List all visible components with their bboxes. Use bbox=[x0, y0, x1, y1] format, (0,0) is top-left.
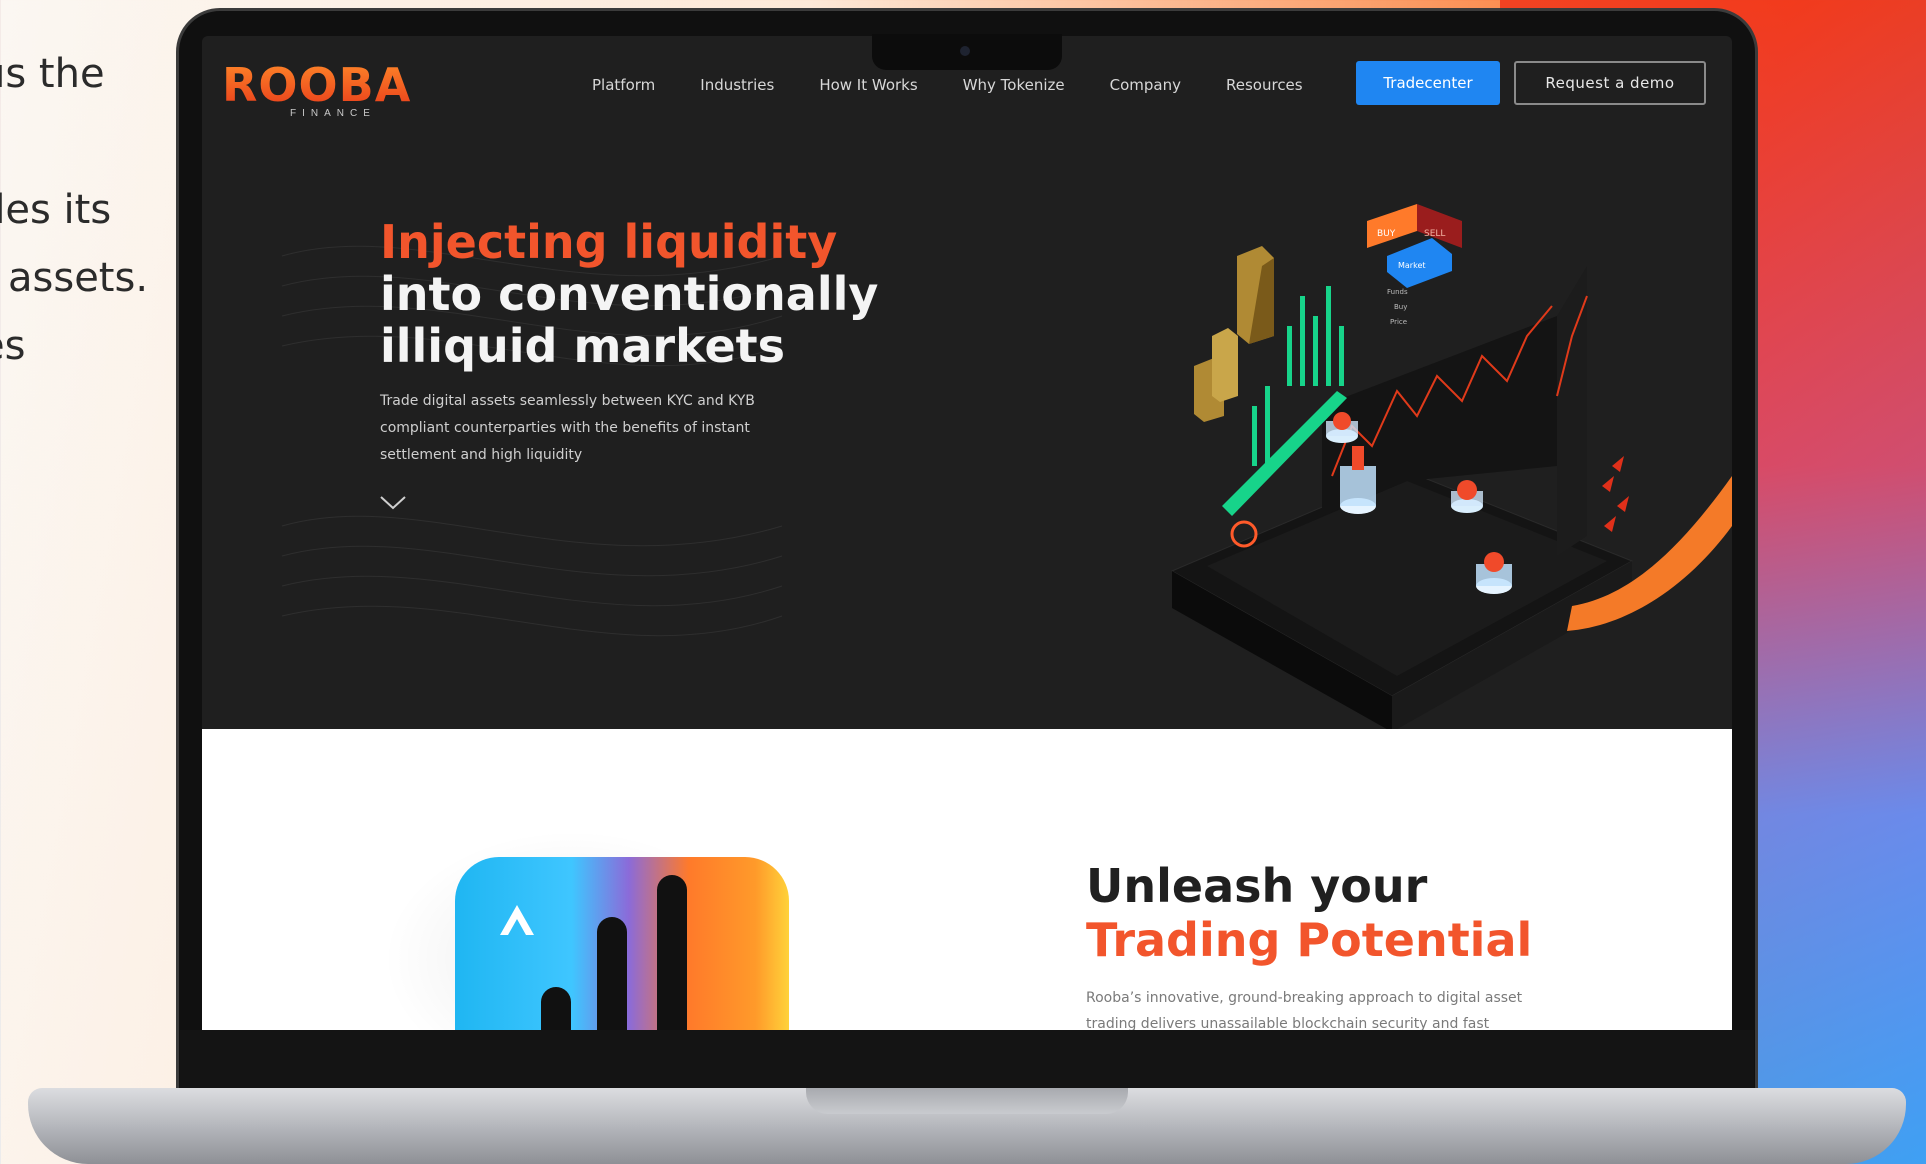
market-label: Market bbox=[1398, 261, 1426, 270]
section-description: Rooba’s innovative, ground-breaking appr… bbox=[1086, 990, 1523, 1030]
menu-item-label: Buy bbox=[1394, 303, 1407, 311]
side-text-line: des its bbox=[0, 187, 112, 233]
rooba-logo[interactable]: ROOBA FINANCE bbox=[222, 58, 412, 119]
tradecenter-button[interactable]: Tradecenter bbox=[1356, 61, 1500, 105]
nav-link-resources[interactable]: Resources bbox=[1226, 72, 1303, 98]
menu-item-label: Funds bbox=[1387, 288, 1408, 296]
logo-wordmark: ROOBA bbox=[222, 58, 412, 112]
app-icon bbox=[455, 857, 789, 1030]
camera-icon bbox=[960, 46, 970, 56]
laptop-screen: ROOBA FINANCE Platform Industries How It… bbox=[202, 36, 1732, 1030]
side-text-line: assets. bbox=[8, 255, 149, 301]
nav-link-platform[interactable]: Platform bbox=[592, 72, 655, 98]
logo-subtitle: FINANCE bbox=[290, 108, 376, 119]
section-heading: Unleash your Trading Potential bbox=[1086, 859, 1532, 967]
trading-potential-section: Unleash your Trading Potential Rooba’s i… bbox=[202, 729, 1732, 1030]
section-heading-line: Unleash your bbox=[1086, 859, 1428, 913]
nav-link-why-tokenize[interactable]: Why Tokenize bbox=[963, 72, 1065, 98]
chevron-down-icon[interactable] bbox=[378, 488, 408, 518]
buy-label: BUY bbox=[1377, 229, 1396, 239]
request-demo-button[interactable]: Request a demo bbox=[1514, 61, 1706, 105]
side-text-line: es bbox=[0, 323, 26, 369]
hero-description: Trade digital assets seamlessly between … bbox=[380, 393, 755, 463]
main-navigation: Platform Industries How It Works Why Tok… bbox=[592, 72, 1348, 98]
hero-heading-accent: Injecting liquidity bbox=[380, 215, 838, 269]
laptop-chin bbox=[180, 1030, 1754, 1090]
side-text-line: us the bbox=[0, 51, 105, 97]
sell-label: SELL bbox=[1424, 229, 1445, 239]
laptop-base-notch bbox=[806, 1088, 1128, 1114]
nav-link-company[interactable]: Company bbox=[1110, 72, 1181, 98]
hero-trading-illustration: BUY SELL Market Funds Buy Price bbox=[1170, 204, 1732, 732]
hero-heading: Injecting liquidity into conventionally … bbox=[380, 216, 878, 372]
bar-chart-icon bbox=[500, 875, 687, 1030]
nav-link-industries[interactable]: Industries bbox=[700, 72, 774, 98]
camera-notch bbox=[872, 34, 1062, 70]
section-heading-accent: Trading Potential bbox=[1086, 913, 1533, 967]
side-text: us the des its assets. es bbox=[0, 40, 170, 380]
menu-item-label: Price bbox=[1390, 318, 1407, 326]
nav-link-how-it-works[interactable]: How It Works bbox=[819, 72, 917, 98]
hero-heading-line: into conventionally bbox=[380, 267, 879, 321]
hero-heading-line: illiquid markets bbox=[380, 319, 786, 373]
